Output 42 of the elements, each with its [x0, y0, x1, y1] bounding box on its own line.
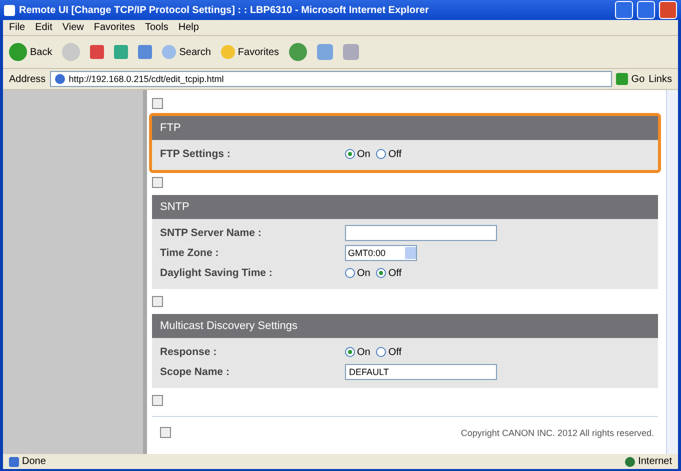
copyright-text: Copyright CANON INC. 2012 All rights reserved. [460, 428, 654, 438]
field-label: Time Zone : [160, 247, 220, 259]
menu-item[interactable]: File [9, 22, 26, 33]
section-header: Multicast Discovery Settings [152, 314, 658, 338]
history-icon[interactable] [289, 43, 308, 61]
browser-icon [4, 4, 15, 16]
section-header: FTP [152, 116, 658, 140]
field-label: Daylight Saving Time : [160, 267, 274, 279]
menu-item[interactable]: Edit [35, 22, 52, 33]
back-button[interactable]: Back [9, 43, 52, 61]
radio-option[interactable]: On [345, 346, 370, 358]
address-label: Address [9, 74, 46, 84]
search-button[interactable]: Search [162, 45, 211, 59]
menu-item[interactable]: View [62, 22, 84, 33]
scrollbar[interactable] [666, 90, 678, 454]
minimize-button[interactable] [615, 1, 633, 19]
time-zone-select[interactable]: GMT0:00 [345, 245, 417, 261]
status-text: Done [9, 456, 46, 467]
close-button[interactable] [659, 1, 677, 19]
maximize-button[interactable] [637, 1, 655, 19]
field-label: Response : [160, 346, 218, 358]
window-title: Remote UI [Change TCP/IP Protocol Settings] : : LBP6310 - Microsoft Internet Explorer [19, 4, 430, 16]
field-label: Scope Name : [160, 366, 230, 378]
radio-option[interactable]: On [345, 268, 370, 278]
radio-option[interactable]: Off [376, 268, 402, 278]
menu-item[interactable]: Help [178, 22, 199, 33]
caret-icon [405, 247, 416, 259]
radio-option[interactable]: Off [376, 148, 402, 160]
address-field[interactable]: http://192.168.0.215/cdt/edit_tcpip.html [50, 71, 612, 87]
text-field[interactable]: DEFAULT [345, 364, 497, 380]
go-button[interactable]: Go [616, 73, 645, 85]
zone-indicator: Internet [625, 456, 672, 467]
field-label: SNTP Server Name : [160, 227, 262, 239]
radio-option[interactable]: On [345, 148, 370, 160]
favorites-button[interactable]: Favorites [220, 45, 280, 59]
section-header: SNTP [152, 195, 658, 219]
links-button[interactable]: Links [648, 74, 672, 84]
field-label: FTP Settings : [160, 148, 232, 160]
radio-option[interactable]: Off [376, 346, 402, 358]
text-field[interactable] [345, 225, 497, 241]
menu-item[interactable]: Favorites [94, 22, 135, 33]
menu-item[interactable]: Tools [144, 22, 168, 33]
